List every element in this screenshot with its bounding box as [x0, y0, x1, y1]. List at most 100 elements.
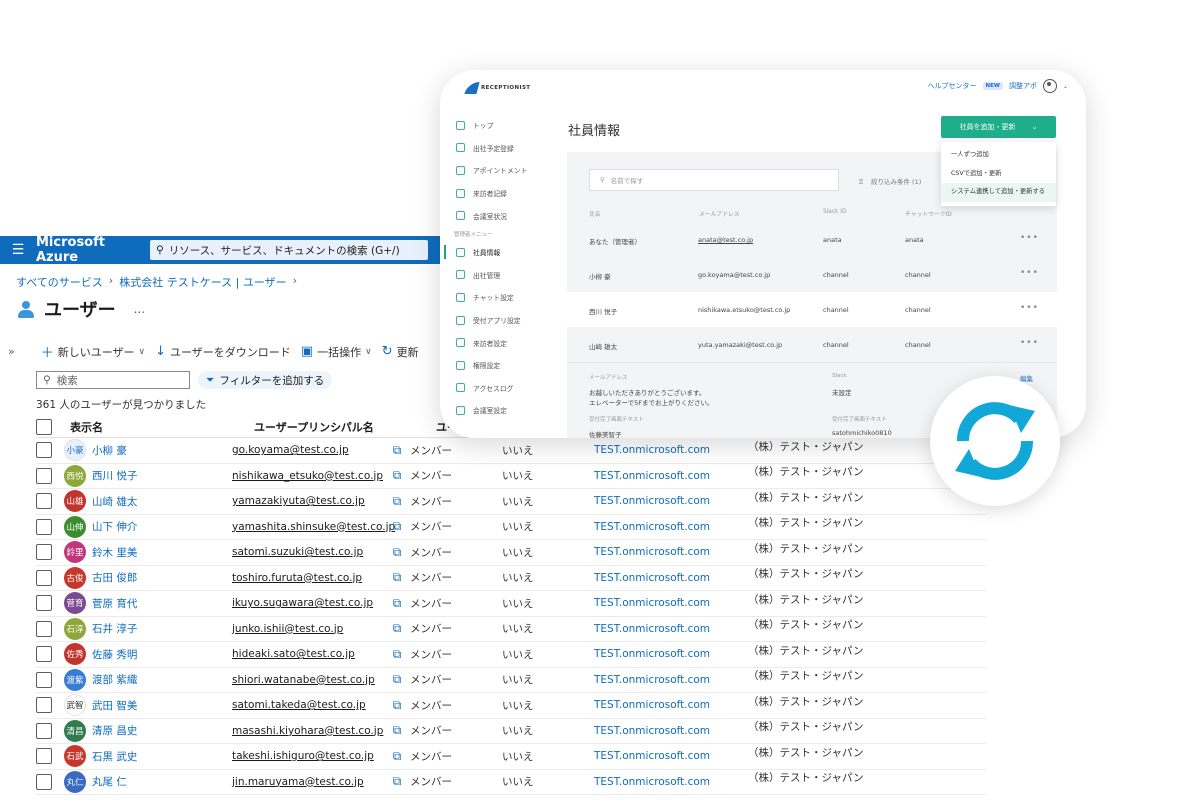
copy-icon[interactable]: ⧉	[384, 774, 410, 789]
row-checkbox[interactable]	[36, 493, 52, 510]
employee-row[interactable]: 西川 悦子 nishikawa.etsuko@test.co.jp channel c…	[567, 292, 1057, 327]
menu-add-csv[interactable]: CSVで追加・更新	[941, 165, 1056, 184]
copy-icon[interactable]: ⧉	[384, 749, 410, 764]
nav-attendance-plan[interactable]: 出社予定登録	[440, 137, 552, 160]
user-display-name[interactable]: 山下 伸介	[92, 519, 232, 534]
row-menu-button[interactable]: •••	[1020, 268, 1039, 278]
copy-icon[interactable]: ⧉	[384, 545, 410, 560]
table-row[interactable]: 佐秀 佐藤 秀明 hideaki.sato@test.co.jp ⧉ メンバー いいえ TE…	[36, 642, 986, 668]
user-domain[interactable]: TEST.onmicrosoft.com	[594, 546, 748, 558]
user-display-name[interactable]: 清原 昌史	[92, 723, 232, 738]
user-display-name[interactable]: 佐藤 秀明	[92, 647, 232, 662]
user-display-name[interactable]: 石井 淳子	[92, 621, 232, 636]
column-upn[interactable]: ユーザープリンシパル名	[254, 419, 436, 435]
table-row[interactable]: 山伸 山下 伸介 yamashita.shinsuke@test.co.jp ⧉ メンバ…	[36, 515, 986, 540]
global-search-input[interactable]: ⚲ リソース、サービス、ドキュメントの検索 (G+/)	[150, 240, 428, 260]
nav-top[interactable]: トップ	[440, 114, 552, 137]
nav-attendance-admin[interactable]: 出社管理	[440, 264, 552, 287]
table-row[interactable]: 石淳 石井 淳子 junko.ishii@test.co.jp ⧉ メンバー いいえ TES…	[36, 617, 986, 642]
user-domain[interactable]: TEST.onmicrosoft.com	[594, 572, 748, 584]
table-row[interactable]: 西悦 西川 悦子 nishikawa_etsuko@test.co.jp ⧉ メンバー い…	[36, 464, 986, 489]
copy-icon[interactable]: ⧉	[384, 468, 410, 483]
user-domain[interactable]: TEST.onmicrosoft.com	[594, 776, 748, 788]
user-domain[interactable]: TEST.onmicrosoft.com	[594, 470, 748, 482]
nav-permissions[interactable]: 権限設定	[440, 354, 552, 377]
breadcrumb-tenant-users[interactable]: 株式会社 テストケース | ユーザー	[119, 274, 286, 290]
row-checkbox[interactable]	[36, 646, 52, 663]
nav-room-settings[interactable]: 会議室設定	[440, 399, 552, 422]
filter-conditions-button[interactable]: ⍰ 絞り込み条件 (1)	[859, 176, 921, 187]
copy-icon[interactable]: ⧉	[384, 723, 410, 738]
row-checkbox[interactable]	[36, 697, 52, 714]
row-checkbox[interactable]	[36, 442, 52, 459]
nav-access-log[interactable]: アクセスログ	[440, 377, 552, 400]
table-row[interactable]: 小豪 小柳 豪 go.koyama@test.co.jp ⧉ メンバー いいえ TEST.o…	[36, 438, 986, 464]
bulk-operations-button[interactable]: ▣ 一括操作 ∨	[301, 344, 372, 360]
user-domain[interactable]: TEST.onmicrosoft.com	[594, 623, 748, 635]
user-domain[interactable]: TEST.onmicrosoft.com	[594, 521, 748, 533]
nav-meeting-rooms[interactable]: 会議室状況	[440, 204, 552, 227]
row-checkbox[interactable]	[36, 544, 52, 561]
row-menu-button[interactable]: •••	[1020, 338, 1039, 348]
row-checkbox[interactable]	[36, 595, 52, 612]
menu-add-one[interactable]: 一人ずつ追加	[941, 146, 1056, 165]
user-domain[interactable]: TEST.onmicrosoft.com	[594, 674, 748, 686]
user-domain[interactable]: TEST.onmicrosoft.com	[594, 750, 748, 762]
row-checkbox[interactable]	[36, 773, 52, 790]
table-row[interactable]: 菅育 菅原 育代 ikuyo.sugawara@test.co.jp ⧉ メンバー いいえ…	[36, 591, 986, 617]
nav-chat-settings[interactable]: チャット設定	[440, 286, 552, 309]
table-row[interactable]: 渡紫 渡部 紫織 shiori.watanabe@test.co.jp ⧉ メンバー いい…	[36, 668, 986, 693]
user-display-name[interactable]: 武田 智美	[92, 698, 232, 713]
download-users-button[interactable]: ↓ ユーザーをダウンロード	[155, 344, 291, 360]
receptionist-logo[interactable]: RECEPTIONIST	[464, 82, 530, 94]
copy-icon[interactable]: ⧉	[384, 596, 410, 611]
more-options-button[interactable]: ...	[134, 302, 145, 316]
user-display-name[interactable]: 山崎 雄太	[92, 494, 232, 509]
table-row[interactable]: 丸仁 丸尾 仁 jin.maruyama@test.co.jp ⧉ メンバー いいえ TES…	[36, 770, 986, 795]
add-filter-button[interactable]: ⏷ フィルターを追加する	[198, 371, 333, 389]
row-menu-button[interactable]: •••	[1020, 303, 1039, 313]
collapse-icon[interactable]: »	[8, 345, 15, 358]
user-display-name[interactable]: 丸尾 仁	[92, 774, 232, 789]
user-search-input[interactable]: ⚲ 検索	[36, 371, 190, 389]
new-user-button[interactable]: ＋ 新しいユーザー ∨	[41, 342, 145, 362]
copy-icon[interactable]: ⧉	[384, 494, 410, 509]
employee-search-input[interactable]: ⚲ 名前で探す	[589, 169, 839, 191]
user-display-name[interactable]: 渡部 紫織	[92, 672, 232, 687]
nav-reception-app[interactable]: 受付アプリ設定	[440, 309, 552, 332]
user-display-name[interactable]: 鈴木 里美	[92, 545, 232, 560]
nav-employee-info[interactable]: 社員情報	[440, 241, 552, 264]
refresh-button[interactable]: ↻ 更新	[382, 344, 419, 360]
employee-row[interactable]: あなた（管理者） anata@test.co.jp anata anata •••	[567, 222, 1057, 257]
user-display-name[interactable]: 小柳 豪	[92, 443, 232, 458]
adjust-appo-link[interactable]: 調整アポ	[1009, 81, 1037, 91]
table-row[interactable]: 古俊 古田 俊郎 toshiro.furuta@test.co.jp ⧉ メンバー いいえ…	[36, 566, 986, 591]
menu-add-system[interactable]: システム連携して追加・更新する	[941, 183, 1056, 202]
user-domain[interactable]: TEST.onmicrosoft.com	[594, 444, 748, 456]
row-checkbox[interactable]	[36, 748, 52, 765]
azure-brand[interactable]: Microsoft Azure	[36, 236, 150, 265]
row-checkbox[interactable]	[36, 518, 52, 535]
column-display-name[interactable]: 表示名	[58, 419, 254, 435]
copy-icon[interactable]: ⧉	[384, 443, 410, 458]
nav-appointments[interactable]: アポイントメント	[440, 159, 552, 182]
nav-visitor-records[interactable]: 来訪者記録	[440, 182, 552, 205]
user-display-name[interactable]: 西川 悦子	[92, 468, 232, 483]
copy-icon[interactable]: ⧉	[384, 672, 410, 687]
add-employee-button[interactable]: 社員を追加・更新 ⌄	[941, 116, 1056, 138]
copy-icon[interactable]: ⧉	[384, 621, 410, 636]
table-row[interactable]: 山雄 山崎 雄太 yamazakiyuta@test.co.jp ⧉ メンバー いいえ TE…	[36, 489, 986, 515]
nav-visitor-settings[interactable]: 来訪者設定	[440, 331, 552, 354]
user-display-name[interactable]: 石黒 武史	[92, 749, 232, 764]
copy-icon[interactable]: ⧉	[384, 698, 410, 713]
user-domain[interactable]: TEST.onmicrosoft.com	[594, 495, 748, 507]
row-menu-button[interactable]: •••	[1020, 233, 1039, 243]
user-display-name[interactable]: 菅原 育代	[92, 596, 232, 611]
help-center-link[interactable]: ヘルプセンター	[928, 81, 977, 91]
employee-row[interactable]: 小柳 豪 go.koyama@test.co.jp channel channel ••…	[567, 257, 1057, 292]
user-domain[interactable]: TEST.onmicrosoft.com	[594, 725, 748, 737]
copy-icon[interactable]: ⧉	[384, 519, 410, 534]
table-row[interactable]: 鈴里 鈴木 里美 satomi.suzuki@test.co.jp ⧉ メンバー いいえ T…	[36, 540, 986, 566]
user-domain[interactable]: TEST.onmicrosoft.com	[594, 597, 748, 609]
hamburger-icon[interactable]: ☰	[0, 242, 36, 258]
